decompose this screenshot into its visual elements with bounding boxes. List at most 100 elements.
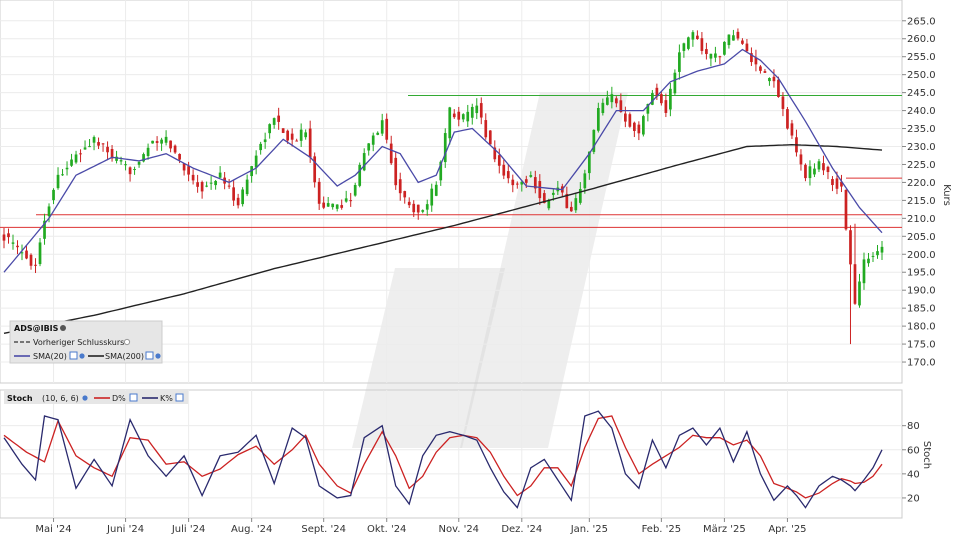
x-tick-label: Mai '24 (35, 524, 71, 535)
price-tick-label: 250.0 (907, 70, 936, 81)
stoch-legend: Stoch (10, 6, 6) D% K% (4, 391, 188, 404)
candle-body (70, 159, 73, 166)
candle-body (299, 129, 303, 141)
candle-body (101, 143, 105, 145)
candle-body (443, 133, 447, 163)
candle-body (799, 154, 803, 165)
price-legend: ADS@IBIS Vorheriger Schlusskurs SMA(20) … (9, 320, 163, 364)
x-tick-label: Okt. '24 (367, 524, 406, 535)
candle-body (398, 179, 402, 194)
settings-icon-sma20[interactable] (79, 353, 85, 359)
candle-body (669, 88, 672, 110)
candle-body (529, 175, 533, 177)
candle-body (92, 137, 96, 143)
candle-body (106, 146, 109, 153)
candle-body (182, 163, 186, 171)
candle-body (596, 108, 600, 131)
candle-body (551, 192, 555, 195)
candle-body (651, 93, 654, 105)
candle-body (696, 35, 699, 40)
globe-icon[interactable] (60, 325, 66, 331)
checkbox-sma20[interactable] (69, 351, 78, 360)
x-tick-label: Apr. '25 (768, 524, 806, 535)
price-tick-label: 235.0 (907, 124, 936, 135)
candle-body (633, 122, 636, 131)
candle-body (484, 120, 488, 138)
x-tick-label: Aug. '24 (231, 524, 272, 535)
candle-body (871, 255, 875, 257)
candle-body (214, 180, 217, 186)
checkbox-d[interactable] (129, 393, 138, 402)
candle-body (831, 179, 834, 186)
candle-body (128, 167, 132, 175)
x-tick-label: Feb. '25 (642, 524, 682, 535)
candle-body (727, 34, 731, 46)
candle-body (272, 118, 276, 125)
candle-body (362, 153, 366, 171)
candle-body (326, 203, 330, 207)
settings-icon-sma200[interactable] (155, 353, 161, 359)
candle-body (732, 35, 735, 41)
candle-body (241, 189, 244, 205)
candle-body (304, 132, 308, 138)
candle-body (804, 164, 807, 179)
checkbox-sma200[interactable] (145, 351, 154, 360)
price-tick-label: 205.0 (907, 232, 936, 243)
candle-body (263, 139, 267, 143)
candle-body (331, 203, 335, 208)
price-tick-label: 190.0 (907, 286, 936, 297)
stoch-settings-icon[interactable] (82, 395, 88, 401)
candle-body (371, 135, 375, 145)
price-tick-label: 240.0 (907, 106, 936, 117)
candle-body (853, 264, 857, 304)
candle-body (858, 281, 861, 306)
candle-body (358, 164, 362, 186)
candle-body (678, 52, 681, 72)
candle-body (808, 166, 812, 179)
candle-body (290, 133, 294, 140)
candle-body (232, 187, 235, 201)
candle-body (777, 79, 780, 97)
candle-body (687, 37, 690, 49)
stoch-params: (10, 6, 6) (42, 394, 79, 403)
candle-body (714, 53, 717, 58)
candle-body (394, 157, 398, 186)
candle-body (322, 202, 326, 208)
candle-body (642, 116, 645, 135)
toggle-icon[interactable] (123, 338, 131, 346)
candle-body (349, 200, 353, 202)
candle-body (385, 118, 389, 140)
x-tick-label: Juli '24 (171, 524, 206, 535)
candle-body (295, 140, 299, 142)
candle-body (470, 106, 474, 118)
price-tick-label: 170.0 (907, 358, 936, 369)
candle-body (344, 198, 348, 202)
price-tick-label: 255.0 (907, 52, 936, 63)
candle-body (614, 98, 618, 104)
candle-body (479, 103, 483, 118)
candle-body (488, 130, 492, 145)
candle-body (187, 166, 190, 175)
candle-body (700, 38, 704, 51)
candle-body (790, 123, 794, 136)
candle-body (79, 153, 82, 155)
candle-body (178, 153, 181, 160)
candle-body (353, 185, 357, 196)
candle-body (376, 132, 380, 135)
stoch-tick-label: 60 (907, 445, 920, 456)
candle-body (844, 189, 848, 230)
candle-body (196, 182, 199, 187)
candle-body (601, 102, 605, 114)
price-tick-label: 260.0 (907, 34, 936, 45)
candle-body (259, 143, 262, 151)
price-tick-label: 195.0 (907, 268, 936, 279)
candle-body (34, 264, 37, 266)
candle-body (691, 32, 695, 40)
candle-body (763, 71, 767, 73)
candle-body (457, 111, 461, 120)
checkbox-k[interactable] (175, 393, 184, 402)
candle-body (25, 250, 28, 259)
candle-body (119, 160, 123, 162)
candle-body (137, 161, 141, 165)
candle-body (768, 78, 771, 82)
